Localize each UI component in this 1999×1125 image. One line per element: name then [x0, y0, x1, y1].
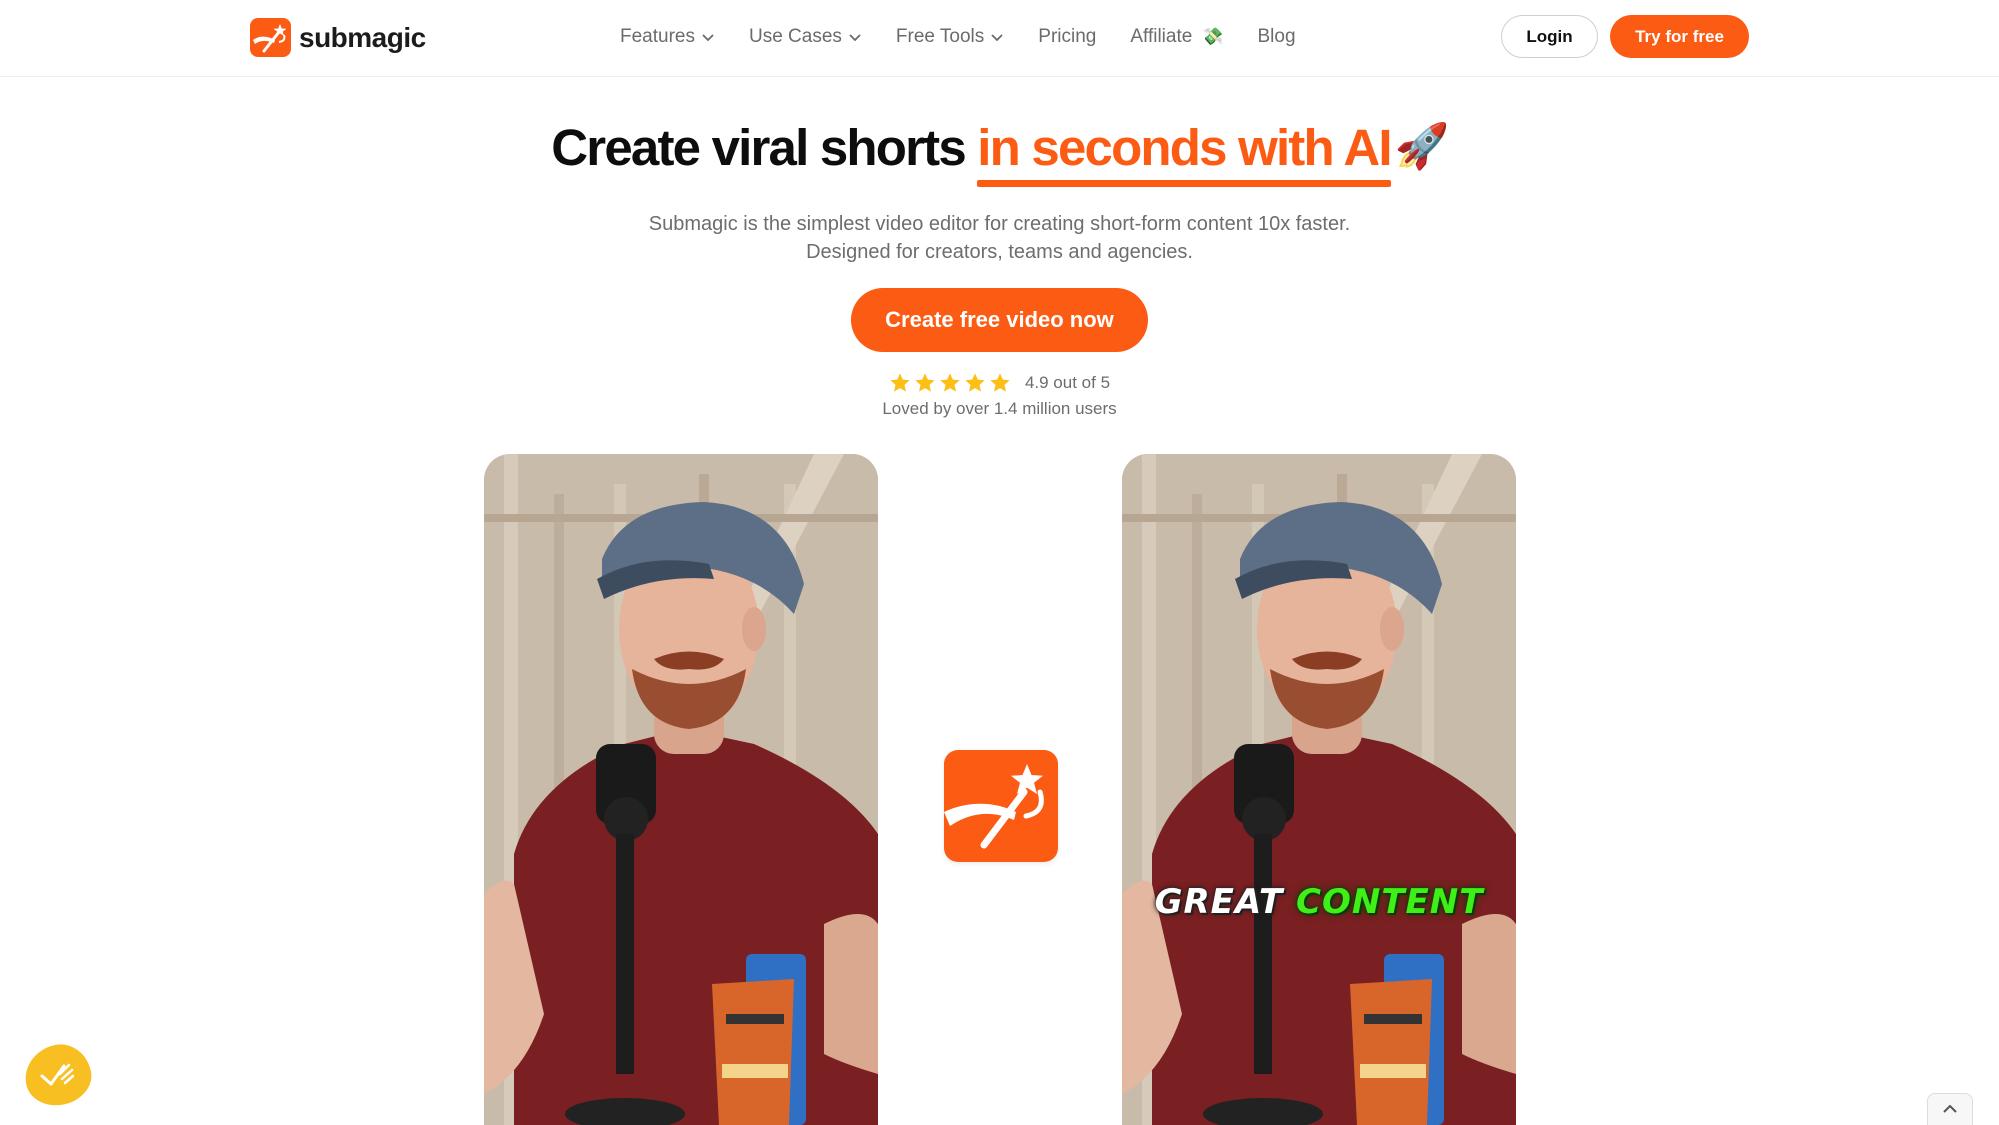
chevron-down-icon	[991, 34, 1003, 42]
star-icon	[990, 373, 1010, 392]
feedback-badge[interactable]	[19, 1038, 97, 1112]
hero-title-plain: Create viral shorts	[551, 119, 966, 176]
hero-subtitle-line-1: Submagic is the simplest video editor fo…	[648, 213, 1351, 235]
chevron-up-icon	[1943, 1104, 1957, 1113]
nav-free-tools[interactable]: Free Tools	[896, 26, 1004, 48]
video-frame-captioned	[1122, 454, 1516, 1125]
chevron-down-icon	[849, 34, 861, 42]
star-rating	[889, 372, 1011, 394]
rating-score: 4.9 out of 5	[1024, 373, 1111, 392]
checkmark-hand-icon	[40, 1063, 75, 1086]
nav-affiliate[interactable]: Affiliate 💸	[1130, 26, 1223, 48]
users-count-text: Loved by over 1.4 million users	[882, 399, 1117, 418]
login-button[interactable]: Login	[1501, 15, 1598, 58]
hero-subtitle-line-2: Designed for creators, teams and agencie…	[806, 241, 1193, 263]
hero-title-accent: in seconds with AI	[977, 119, 1393, 187]
star-icon	[890, 373, 910, 392]
rocket-icon: 🚀	[1394, 122, 1450, 171]
try-for-free-button[interactable]: Try for free	[1610, 15, 1749, 58]
top-navbar: submagic Features Use Cases Free Tools P…	[0, 0, 1999, 77]
chevron-down-icon	[702, 34, 714, 42]
hero-subtitle: Submagic is the simplest video editor fo…	[0, 210, 1999, 266]
create-free-video-button[interactable]: Create free video now	[851, 288, 1148, 352]
video-frame-original	[484, 454, 878, 1125]
caption-word-2-highlighted: CONTENT	[1296, 882, 1484, 922]
nav-features-label: Features	[620, 26, 695, 47]
nav-affiliate-label: Affiliate	[1130, 26, 1193, 47]
nav-features[interactable]: Features	[620, 26, 715, 48]
nav-free-tools-label: Free Tools	[895, 26, 985, 47]
scroll-to-top-button[interactable]	[1927, 1093, 1973, 1125]
captioned-video-preview[interactable]: GREAT CONTENT	[1122, 454, 1516, 1125]
brand-name: submagic	[299, 21, 426, 53]
rating-row: 4.9 out of 5	[0, 372, 1999, 394]
submagic-wand-icon	[944, 750, 1058, 862]
nav-pricing-label: Pricing	[1038, 26, 1097, 47]
hero-title: Create viral shorts in seconds with AI🚀	[0, 118, 1999, 187]
nav-use-cases[interactable]: Use Cases	[749, 26, 862, 48]
video-caption: GREAT CONTENT	[1122, 882, 1516, 922]
main-nav: Features Use Cases Free Tools Pricing Af…	[620, 0, 1330, 74]
star-icon	[940, 373, 960, 392]
magic-wand-icon	[250, 18, 291, 57]
star-icon	[915, 373, 935, 392]
nav-blog-label: Blog	[1257, 26, 1296, 47]
star-icon	[965, 373, 985, 392]
brand-logo[interactable]: submagic	[250, 18, 426, 57]
money-wings-icon: 💸	[1202, 27, 1224, 46]
caption-word-1: GREAT	[1154, 882, 1284, 922]
nav-blog[interactable]: Blog	[1257, 26, 1295, 48]
nav-use-cases-label: Use Cases	[748, 26, 842, 47]
nav-pricing[interactable]: Pricing	[1038, 26, 1096, 48]
original-video-preview[interactable]	[484, 454, 878, 1125]
